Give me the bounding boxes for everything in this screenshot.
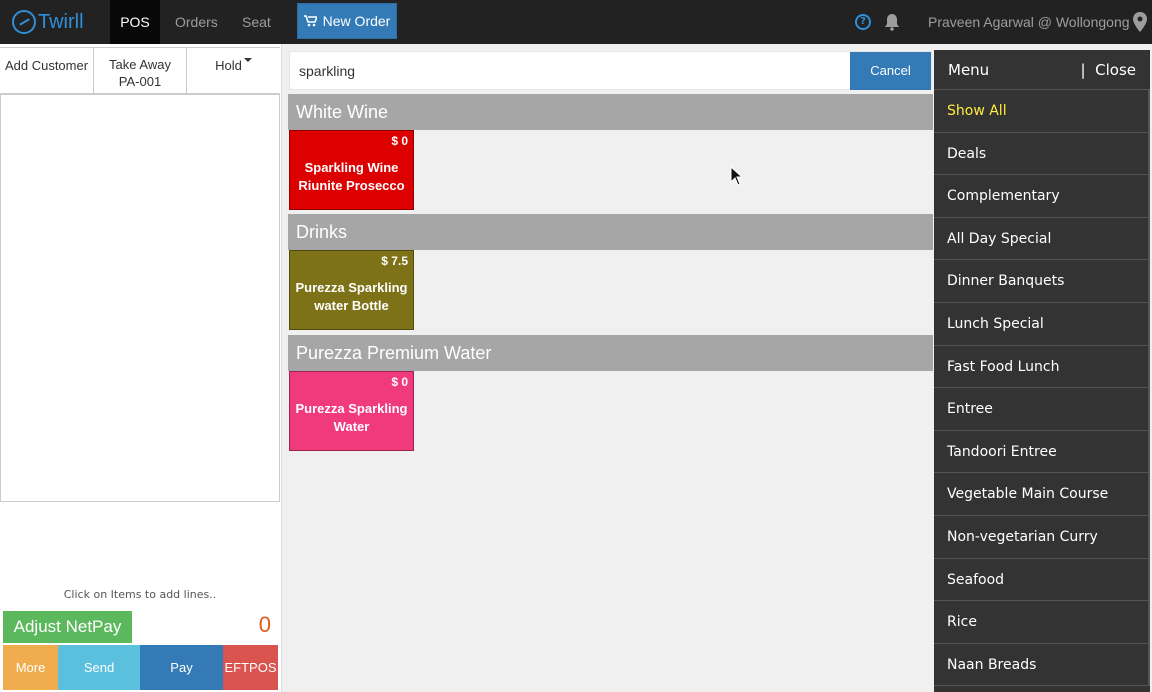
new-order-label: New Order [322, 13, 391, 29]
logo-text: Twirll [38, 10, 84, 33]
hold-label: Hold [215, 58, 242, 73]
pay-button[interactable]: Pay [140, 645, 223, 690]
menu-category-list: Show All Deals Complementary All Day Spe… [934, 90, 1150, 687]
send-button[interactable]: Send [58, 645, 140, 690]
menu-category-naan-breads[interactable]: Naan Breads [934, 643, 1150, 687]
order-number: PA-001 [118, 74, 162, 89]
mouse-cursor-icon [730, 166, 742, 186]
menu-close-button[interactable]: | Close [1081, 61, 1136, 79]
hold-dropdown[interactable]: Hold [187, 48, 280, 93]
item-price: $ 0 [391, 134, 408, 148]
top-navbar: Twirll POS Orders Seat New Order ? Prave… [0, 0, 1152, 44]
add-customer-button[interactable]: Add Customer [0, 48, 94, 93]
adjust-netpay-button[interactable]: Adjust NetPay [3, 611, 132, 643]
notification-bell-icon[interactable] [883, 13, 901, 31]
section-header-drinks: Drinks [288, 214, 933, 250]
menu-header: Menu | Close [934, 50, 1150, 90]
menu-category-all-day-special[interactable]: All Day Special [934, 217, 1150, 261]
search-input[interactable] [290, 52, 850, 89]
ticket-panel: Add Customer Take Away PA-001 Hold Click… [0, 44, 282, 692]
menu-category-complementary[interactable]: Complementary [934, 175, 1150, 218]
menu-category-non-vegetarian-curry[interactable]: Non-vegetarian Curry [934, 515, 1150, 559]
more-button[interactable]: More [3, 645, 58, 690]
menu-category-tandoori-entree[interactable]: Tandoori Entree [934, 430, 1150, 474]
order-type-button[interactable]: Take Away PA-001 [94, 48, 187, 93]
caret-down-icon [243, 58, 252, 62]
eftpos-button[interactable]: EFTPOS [223, 645, 278, 690]
menu-category-rice[interactable]: Rice [934, 601, 1150, 644]
tab-seat[interactable]: Seat [242, 0, 271, 44]
menu-title: Menu [948, 60, 990, 79]
new-order-button[interactable]: New Order [297, 3, 397, 39]
order-total: 0 [258, 612, 271, 637]
menu-category-fast-food-lunch[interactable]: Fast Food Lunch [934, 345, 1150, 389]
help-icon[interactable]: ? [855, 14, 871, 30]
empty-lines-hint: Click on Items to add lines.. [63, 588, 217, 601]
tab-pos[interactable]: POS [110, 0, 160, 44]
item-name: Purezza Sparkling water Bottle [295, 280, 408, 313]
item-name: Purezza Sparkling Water [295, 401, 408, 434]
tab-orders[interactable]: Orders [175, 0, 218, 44]
item-price: $ 0 [391, 375, 408, 389]
menu-category-show-all[interactable]: Show All [934, 90, 1150, 133]
menu-item-tile[interactable]: $ 7.5 Purezza Sparkling water Bottle [289, 250, 414, 330]
app-logo[interactable]: Twirll [12, 8, 84, 36]
user-location-label[interactable]: Praveen Agarwal @ Wollongong [928, 0, 1130, 44]
ticket-header: Add Customer Take Away PA-001 Hold [0, 47, 280, 94]
menu-category-vegetable-main-course[interactable]: Vegetable Main Course [934, 473, 1150, 516]
order-lines-list[interactable] [0, 94, 280, 502]
section-header-white-wine: White Wine [288, 94, 933, 130]
item-name: Sparkling Wine Riunite Prosecco [298, 160, 405, 193]
menu-category-panel: Menu | Close Show All Deals Complementar… [934, 50, 1150, 692]
location-pin-icon[interactable] [1133, 12, 1147, 32]
section-header-purezza-premium-water: Purezza Premium Water [288, 335, 933, 371]
menu-category-seafood[interactable]: Seafood [934, 558, 1150, 602]
menu-category-deals[interactable]: Deals [934, 132, 1150, 176]
order-type-label: Take Away [109, 57, 171, 72]
search-bar: Cancel [289, 51, 932, 90]
ticket-actions: More Send Pay EFTPOS [3, 645, 278, 690]
item-price: $ 7.5 [381, 254, 408, 268]
cart-icon [303, 15, 317, 27]
menu-item-tile[interactable]: $ 0 Purezza Sparkling Water [289, 371, 414, 451]
menu-category-dinner-banquets[interactable]: Dinner Banquets [934, 260, 1150, 303]
menu-item-tile[interactable]: $ 0 Sparkling Wine Riunite Prosecco [289, 130, 414, 210]
menu-category-lunch-special[interactable]: Lunch Special [934, 302, 1150, 346]
cancel-search-button[interactable]: Cancel [850, 52, 931, 90]
logo-icon [12, 10, 36, 34]
menu-category-entree[interactable]: Entree [934, 388, 1150, 431]
